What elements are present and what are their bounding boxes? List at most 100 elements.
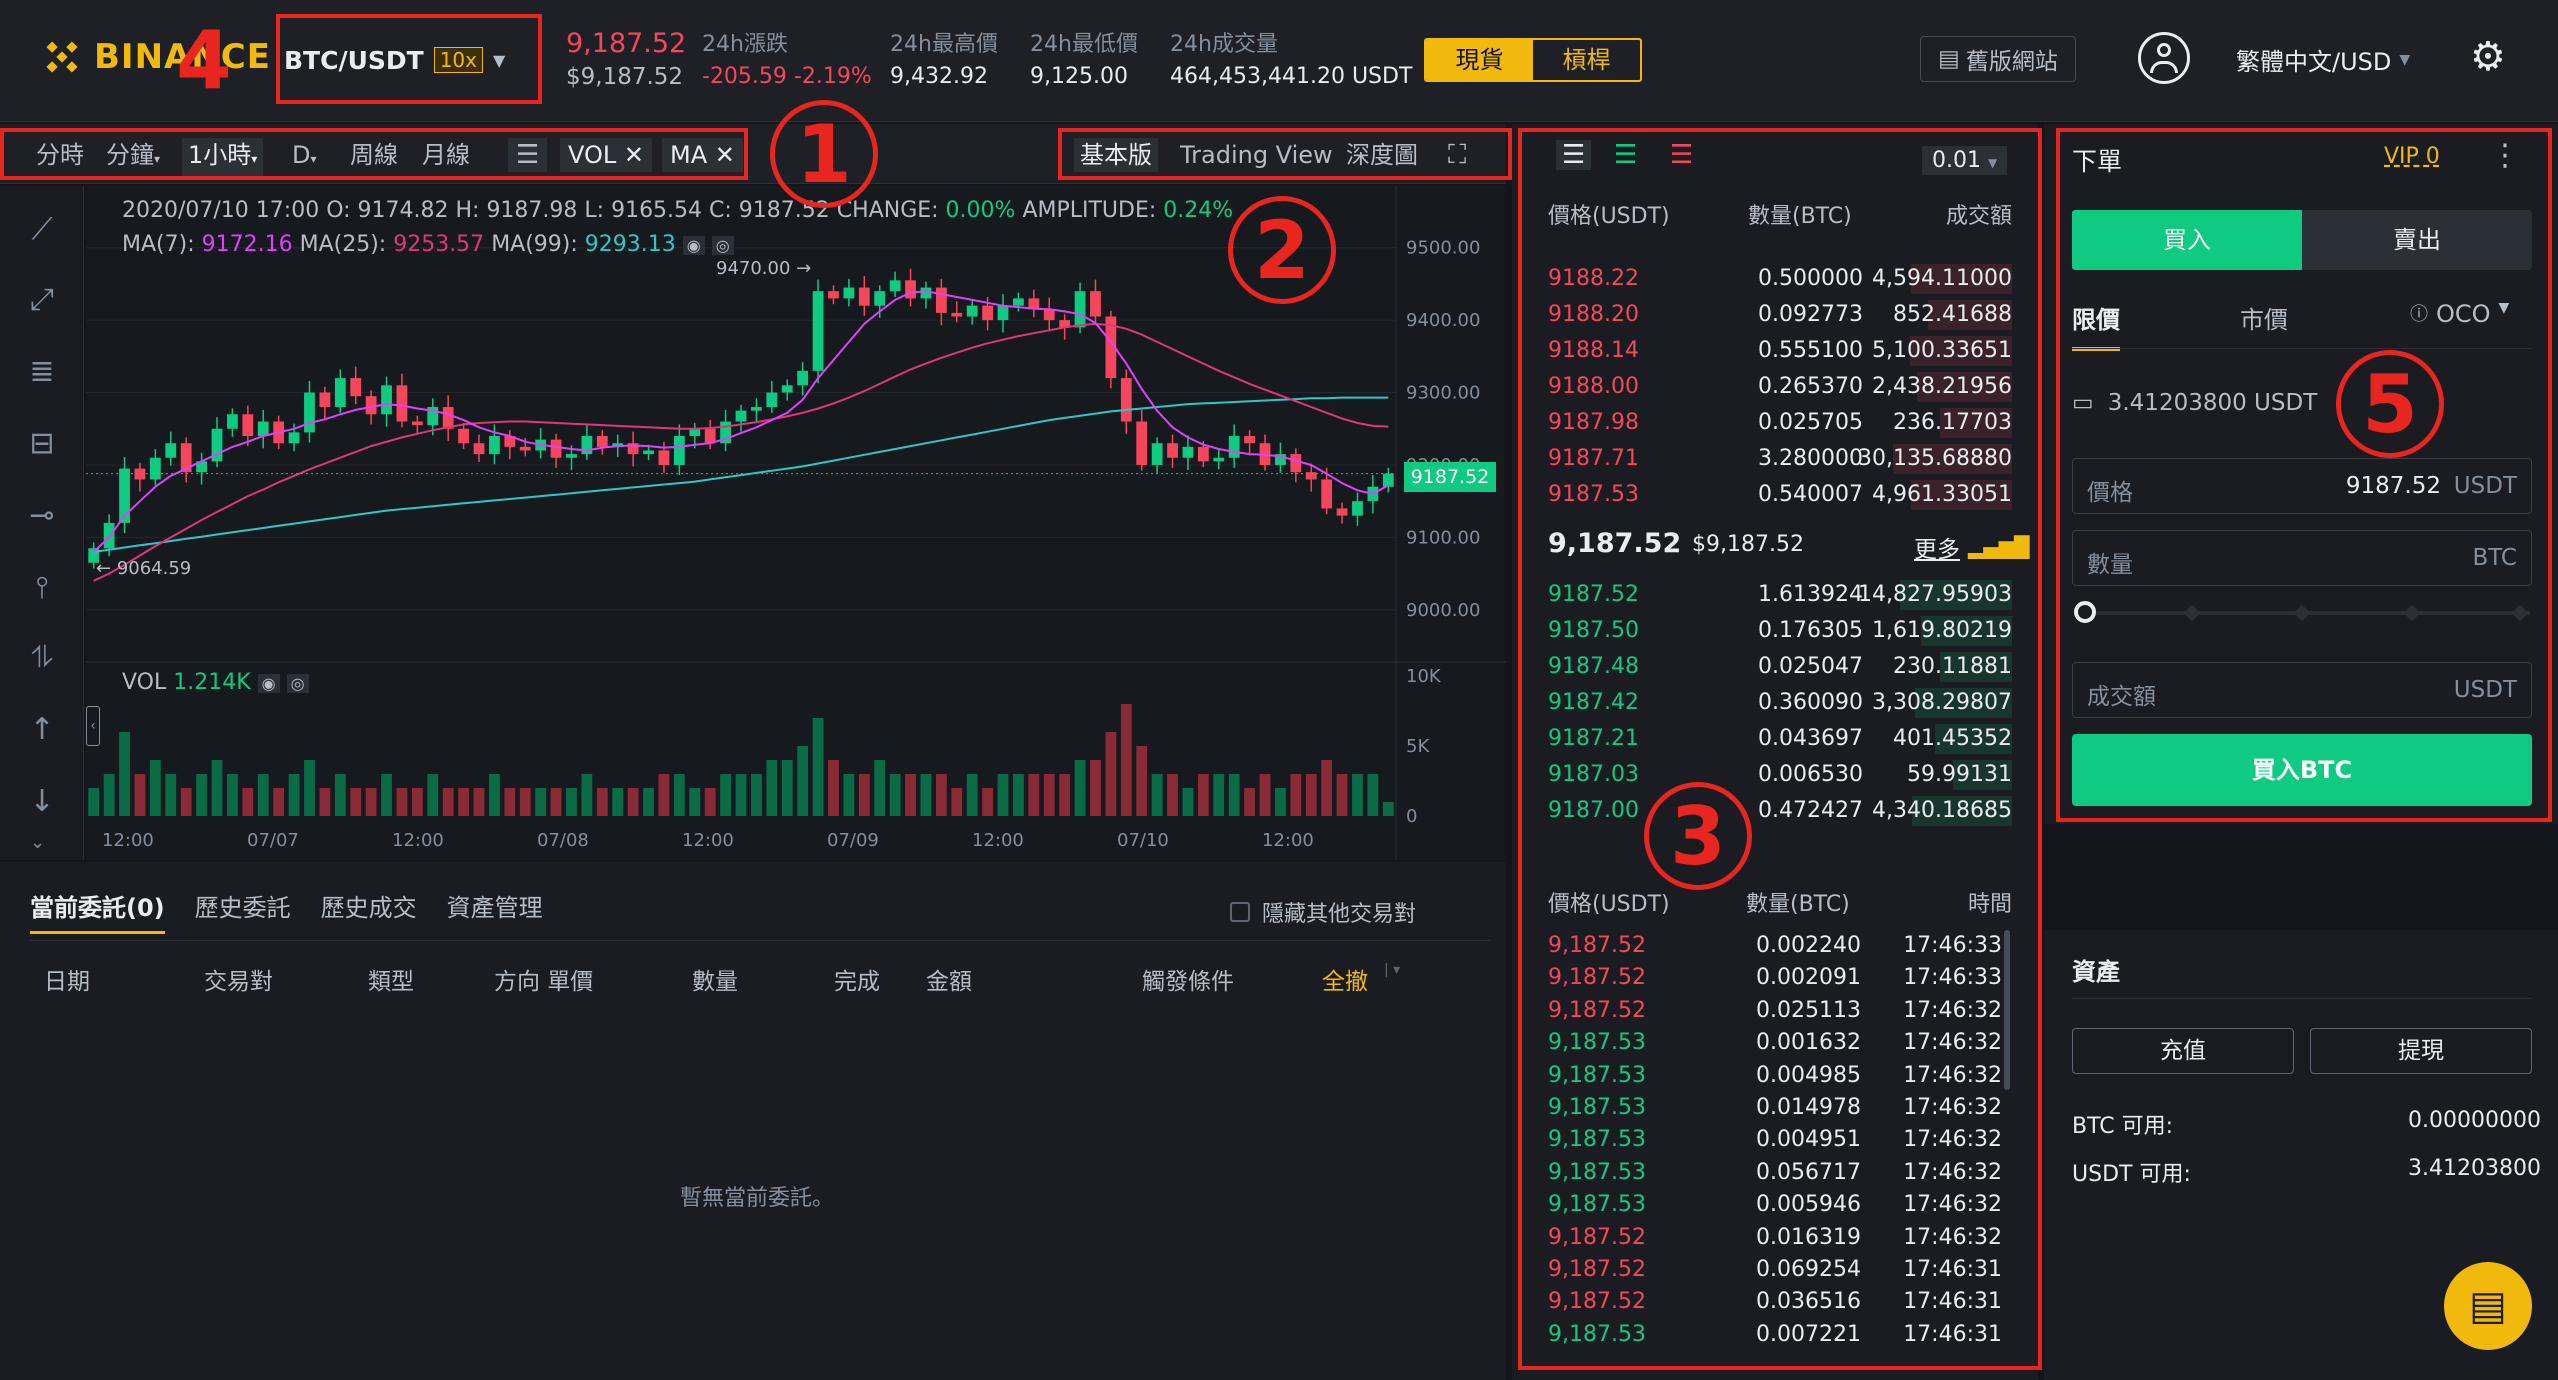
- col-date: 日期: [44, 969, 90, 995]
- volume-bar: [1074, 760, 1086, 816]
- y-tick-label: 9300.00: [1406, 383, 1480, 404]
- volume-bar: [889, 774, 901, 816]
- volume-bar: [350, 788, 362, 816]
- user-avatar-icon[interactable]: [2138, 32, 2190, 84]
- deposit-button[interactable]: 充值: [2072, 1028, 2294, 1074]
- ma25-val: 9253.57: [393, 232, 485, 257]
- volume-bar: [951, 788, 963, 816]
- volume-bar: [535, 788, 547, 816]
- fib-icon[interactable]: ≣: [20, 350, 64, 394]
- volume-bar: [504, 788, 516, 816]
- tab-open-orders[interactable]: 當前委託(0): [30, 888, 165, 934]
- candle-body: [242, 414, 254, 436]
- volume-bar: [797, 746, 809, 816]
- chevron-down-icon[interactable]: | ▾: [1384, 962, 1400, 978]
- tab-funds[interactable]: 資產管理: [447, 888, 543, 934]
- volume-bar: [751, 774, 762, 816]
- current-price-tag: 9187.52: [1404, 462, 1496, 492]
- tab-trade-history[interactable]: 歷史成交: [321, 888, 417, 934]
- last-price: 9,187.52: [566, 28, 687, 59]
- high-marker: 9470.00 →: [716, 258, 812, 279]
- candle-body: [442, 407, 454, 429]
- candle-body: [458, 428, 469, 444]
- vol-label: VOL: [122, 670, 167, 695]
- volume-bar: [1382, 802, 1394, 816]
- candle-body: [905, 280, 916, 299]
- checkbox[interactable]: [1230, 902, 1250, 922]
- candle-body: [227, 414, 238, 429]
- annotation-3: 3: [1644, 782, 1752, 890]
- settings-icon[interactable]: ◎: [711, 236, 734, 255]
- classic-site-button[interactable]: ▤ 舊版網站: [1920, 36, 2076, 82]
- volume-value: 464,453,441.20 USDT: [1170, 64, 1413, 89]
- volume-bar: [1290, 774, 1302, 816]
- eye-icon[interactable]: ◉: [257, 674, 280, 693]
- vol-info: VOL 1.214K ◉ ◎: [122, 670, 309, 695]
- arrow-down-icon[interactable]: ↓: [20, 780, 64, 824]
- path-icon[interactable]: ⥮: [20, 636, 64, 680]
- volume-bar: [766, 760, 778, 816]
- col-amount: 數量: [692, 969, 738, 995]
- volume-bar: [88, 788, 100, 816]
- hide-other-pairs[interactable]: 隱藏其他交易對: [1230, 896, 1416, 928]
- candle-body: [596, 436, 608, 447]
- candle-body: [396, 385, 408, 422]
- margin-tab[interactable]: 槓桿: [1533, 40, 1640, 80]
- volume-bar: [643, 788, 654, 816]
- ohlc-line: 2020/07/10 17:00 O: 9174.82 H: 9187.98 L…: [122, 198, 830, 223]
- volume-bar: [1105, 732, 1117, 816]
- volume-bar: [304, 760, 315, 816]
- volume-bar: [334, 774, 346, 816]
- candle-body: [1382, 473, 1394, 487]
- volume-bar: [982, 788, 993, 816]
- volume-bar: [365, 788, 377, 816]
- candle-body: [304, 392, 315, 433]
- candle-body: [1290, 454, 1302, 473]
- volume-bar: [812, 718, 824, 816]
- tab-order-history[interactable]: 歷史委託: [195, 888, 291, 934]
- candle-body: [658, 450, 670, 465]
- volume-bar: [1336, 774, 1348, 816]
- y-tick-label: 9100.00: [1406, 527, 1480, 548]
- col-pair: 交易對: [204, 969, 273, 995]
- orders-empty: 暫無當前委託。: [680, 1186, 835, 1211]
- collapse-icon[interactable]: ⌄: [30, 832, 45, 853]
- candle-body: [103, 522, 115, 549]
- pattern-icon[interactable]: ⊟: [20, 422, 64, 466]
- volume-bar: [1367, 774, 1379, 816]
- withdraw-button[interactable]: 提現: [2310, 1028, 2532, 1074]
- arrow-up-icon[interactable]: ↑: [20, 708, 64, 752]
- spot-tab[interactable]: 現貨: [1426, 40, 1533, 80]
- candle-body: [735, 410, 747, 422]
- candle-body: [381, 385, 392, 415]
- usdt-available-label: USDT 可用:: [2072, 1162, 2191, 1187]
- candle-body: [1120, 378, 1132, 422]
- volume-bar: [966, 774, 978, 816]
- volume-bar: [1151, 774, 1163, 816]
- scroll-left-icon[interactable]: ‹: [86, 706, 100, 746]
- vol-val: 1.214K: [173, 670, 251, 695]
- volume-bar: [165, 774, 177, 816]
- low-marker-label: 9064.59: [116, 558, 192, 579]
- settings-icon[interactable]: ◎: [286, 674, 309, 693]
- ray-icon[interactable]: ⤢: [20, 278, 64, 322]
- volume-bar: [1321, 760, 1333, 816]
- horizontal-line-icon[interactable]: ⊸: [20, 494, 64, 538]
- volume-bar: [211, 760, 223, 816]
- document-icon: ▤: [1938, 46, 1960, 72]
- candle-body: [997, 305, 1009, 321]
- volume-bar: [920, 774, 932, 816]
- chat-icon[interactable]: ▤: [2444, 1262, 2532, 1350]
- language-selector[interactable]: 繁體中文/USD ▼: [2236, 42, 2410, 77]
- gear-icon[interactable]: ⚙: [2470, 34, 2506, 80]
- vertical-line-icon[interactable]: ⫯: [20, 566, 64, 610]
- volume-bar: [149, 760, 161, 816]
- col-trigger: 觸發條件: [1142, 969, 1234, 995]
- ma25-line: [93, 322, 1389, 582]
- eye-icon[interactable]: ◉: [682, 236, 705, 255]
- candle-body: [1228, 436, 1240, 458]
- trend-line-icon[interactable]: ⟋: [20, 208, 64, 252]
- candle-body: [165, 443, 177, 458]
- volume-bar: [1182, 788, 1194, 816]
- cancel-all-button[interactable]: 全撤: [1322, 962, 1368, 996]
